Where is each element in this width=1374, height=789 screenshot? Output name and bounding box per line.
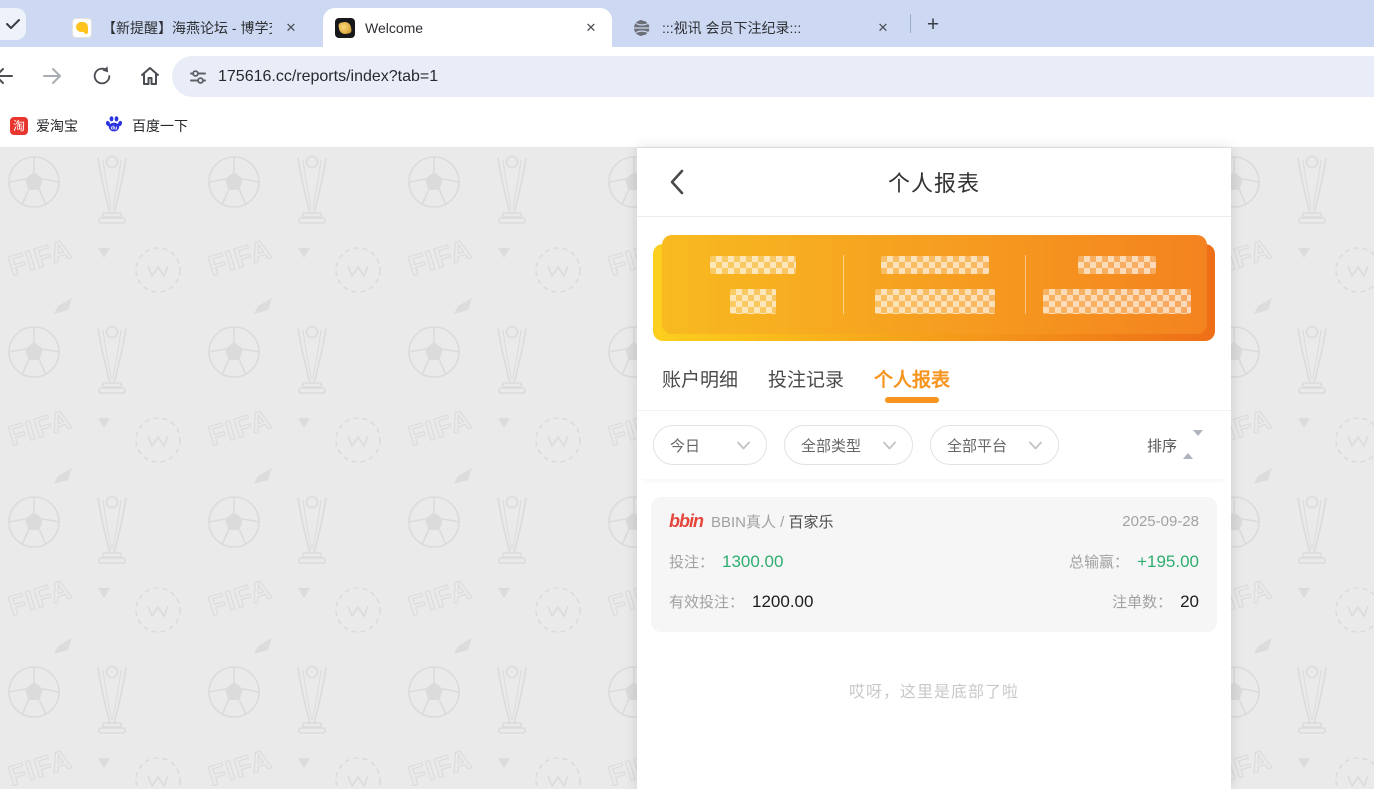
tab-title: :::视讯 会员下注纪录:::: [662, 18, 864, 38]
summary-card-front: [662, 235, 1207, 334]
home-icon[interactable]: [137, 63, 163, 89]
tab-label: 投注记录: [768, 365, 844, 392]
entry-header: bbin BBIN真人 / 百家乐 2025-09-28: [669, 511, 1199, 532]
svg-text:du: du: [111, 125, 118, 131]
chevron-down-icon: [883, 441, 896, 450]
date-filter-dropdown[interactable]: 今日: [653, 425, 767, 465]
page-title: 个人报表: [888, 166, 980, 198]
address-bar[interactable]: 175616.cc/reports/index?tab=1: [172, 56, 1374, 97]
gold-emblem-favicon: [335, 18, 355, 38]
tab-separator: [910, 14, 911, 33]
browser-toolbar: 175616.cc/reports/index?tab=1: [0, 47, 1374, 105]
entry-stats-row: 投注： 1300.00 总输赢： +195.00: [669, 551, 1199, 572]
sort-label: 排序: [1147, 435, 1177, 456]
chevron-down-icon: [737, 441, 750, 450]
tab-haiyan-forum[interactable]: 【新提醒】海燕论坛 - 博学交流 ✕: [60, 8, 312, 47]
tab-strip: 【新提醒】海燕论坛 - 博学交流 ✕ Welcome ✕ :::视讯 会员下注纪…: [0, 0, 1374, 47]
sort-arrows-icon: [1183, 436, 1203, 454]
redacted-label: [1078, 256, 1156, 274]
report-entry-card[interactable]: bbin BBIN真人 / 百家乐 2025-09-28 投注： 1300.00…: [651, 497, 1217, 632]
redacted-value: [1043, 289, 1191, 314]
tab-title: 【新提醒】海燕论坛 - 博学交流: [102, 18, 272, 38]
section-tabs: 账户明细 投注记录 个人报表: [637, 347, 1231, 411]
stat-valid-bet: 有效投注： 1200.00: [669, 591, 813, 612]
end-of-list-text: 哎呀，这里是底部了啦: [637, 678, 1231, 702]
panel-header: 个人报表: [637, 148, 1231, 217]
entry-date: 2025-09-28: [1122, 513, 1199, 530]
chevron-left-icon[interactable]: [663, 168, 691, 196]
bbin-logo: bbin: [669, 511, 703, 532]
stat-bet-count: 注单数： 20: [1112, 591, 1199, 612]
report-panel: 个人报表: [637, 148, 1231, 789]
url-text[interactable]: 175616.cc/reports/index?tab=1: [218, 68, 438, 86]
sort-control[interactable]: 排序: [1147, 435, 1203, 456]
entry-stats-row: 有效投注： 1200.00 注单数： 20: [669, 591, 1199, 612]
forward-icon[interactable]: [39, 63, 65, 89]
tab-personal-report[interactable]: 个人报表: [874, 347, 950, 410]
chat-bubble-favicon: [72, 18, 92, 38]
page-content: FIFA 个人报表: [0, 148, 1374, 789]
summary-column-1: [662, 235, 843, 334]
filter-bar: 今日 全部类型 全部平台 排序: [637, 411, 1231, 479]
baidu-paw-icon: du: [104, 114, 124, 139]
redacted-label: [710, 256, 796, 274]
taobao-icon: 淘: [10, 117, 28, 135]
redacted-value: [730, 289, 776, 314]
tab-account-details[interactable]: 账户明细: [662, 347, 738, 410]
redacted-label: [881, 256, 989, 274]
reload-icon[interactable]: [89, 63, 115, 89]
tab-title: Welcome: [365, 20, 572, 36]
summary-column-2: [844, 235, 1025, 334]
platform-filter-dropdown[interactable]: 全部平台: [930, 425, 1059, 465]
stat-winloss: 总输赢： +195.00: [1069, 551, 1199, 572]
tab-label: 账户明细: [662, 365, 738, 392]
back-icon[interactable]: [0, 63, 17, 89]
tab-search-button[interactable]: [0, 8, 26, 40]
checkmark-icon: [6, 18, 20, 30]
tab-welcome[interactable]: Welcome ✕: [323, 8, 612, 47]
tab-label: 个人报表: [874, 365, 950, 392]
summary-card: [653, 235, 1215, 341]
filter-label: 全部平台: [947, 435, 1007, 456]
stat-bet: 投注： 1300.00: [669, 551, 783, 572]
entry-title: BBIN真人 / 百家乐: [711, 511, 834, 532]
new-tab-button[interactable]: +: [920, 12, 946, 38]
filter-label: 今日: [670, 435, 700, 456]
redacted-value: [875, 289, 995, 314]
bookmark-aitaobao[interactable]: 淘 爱淘宝: [10, 116, 78, 136]
bookmark-baidu[interactable]: du 百度一下: [104, 114, 188, 139]
browser-window: 【新提醒】海燕论坛 - 博学交流 ✕ Welcome ✕ :::视讯 会员下注纪…: [0, 0, 1374, 789]
active-tab-underline: [885, 397, 939, 403]
close-icon[interactable]: ✕: [580, 17, 602, 39]
type-filter-dropdown[interactable]: 全部类型: [784, 425, 913, 465]
site-settings-tune-icon[interactable]: [188, 67, 208, 87]
close-icon[interactable]: ✕: [872, 17, 894, 39]
tab-video-records[interactable]: :::视讯 会员下注纪录::: ✕: [620, 8, 904, 47]
bookmark-label: 爱淘宝: [36, 116, 78, 136]
globe-icon: [632, 18, 652, 38]
summary-column-3: [1026, 235, 1207, 334]
close-icon[interactable]: ✕: [280, 17, 302, 39]
bookmarks-bar: 淘 爱淘宝 du 百度一下: [0, 105, 1374, 148]
bookmark-label: 百度一下: [132, 116, 188, 136]
chevron-down-icon: [1029, 441, 1042, 450]
tab-bet-records[interactable]: 投注记录: [768, 347, 844, 410]
filter-label: 全部类型: [801, 435, 861, 456]
